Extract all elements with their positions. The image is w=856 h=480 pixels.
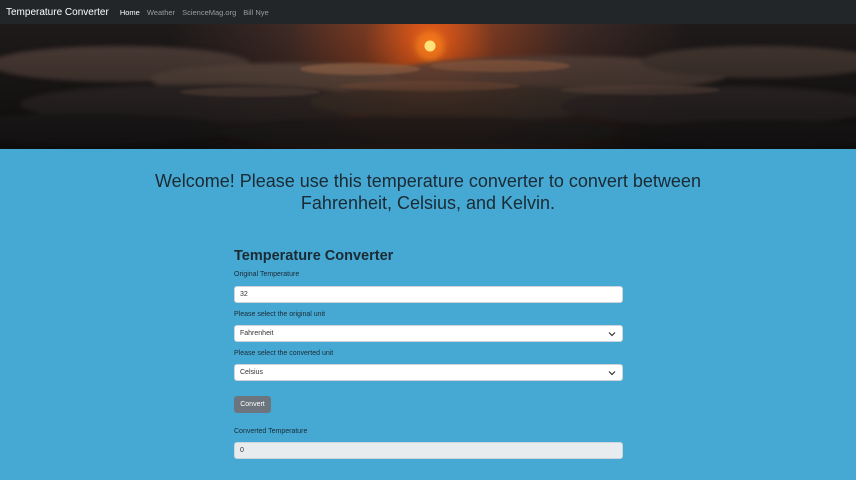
hero-image bbox=[0, 24, 856, 149]
chevron-down-icon bbox=[608, 332, 616, 337]
original-unit-select[interactable]: Fahrenheit bbox=[234, 325, 623, 342]
original-temperature-input[interactable]: 32 bbox=[234, 286, 623, 303]
converted-unit-label: Please select the converted unit bbox=[234, 350, 334, 357]
nav-link-bill-nye[interactable]: Bill Nye bbox=[243, 8, 268, 17]
converter-title: Temperature Converter bbox=[234, 248, 394, 264]
welcome-line-1: Welcome! Please use this temperature con… bbox=[155, 171, 701, 191]
chevron-down-icon bbox=[608, 371, 616, 376]
original-unit-value: Fahrenheit bbox=[240, 330, 274, 337]
nav-link-sciencemag[interactable]: ScienceMag.org bbox=[182, 8, 236, 17]
original-unit-label: Please select the original unit bbox=[234, 311, 326, 318]
welcome-message: Welcome! Please use this temperature con… bbox=[0, 170, 856, 214]
nav-link-weather[interactable]: Weather bbox=[147, 8, 175, 17]
converted-unit-select[interactable]: Celsius bbox=[234, 364, 623, 381]
welcome-line-2: Fahrenheit, Celsius, and Kelvin. bbox=[300, 193, 556, 213]
sunset-clouds-image bbox=[0, 24, 856, 149]
navbar: Temperature Converter Home Weather Scien… bbox=[0, 0, 856, 24]
original-temperature-label: Original Temperature bbox=[234, 271, 300, 278]
convert-button[interactable]: Convert bbox=[234, 396, 271, 413]
brand-link[interactable]: Temperature Converter bbox=[6, 7, 109, 18]
converted-temperature-value: 0 bbox=[240, 447, 244, 454]
converted-temperature-output[interactable]: 0 bbox=[234, 442, 623, 459]
nav-link-home[interactable]: Home bbox=[120, 8, 140, 17]
converted-unit-value: Celsius bbox=[240, 369, 263, 376]
converter-form: Temperature Converter Original Temperatu… bbox=[234, 246, 623, 459]
original-temperature-value: 32 bbox=[240, 291, 248, 298]
converted-temperature-label: Converted Temperature bbox=[234, 428, 308, 435]
